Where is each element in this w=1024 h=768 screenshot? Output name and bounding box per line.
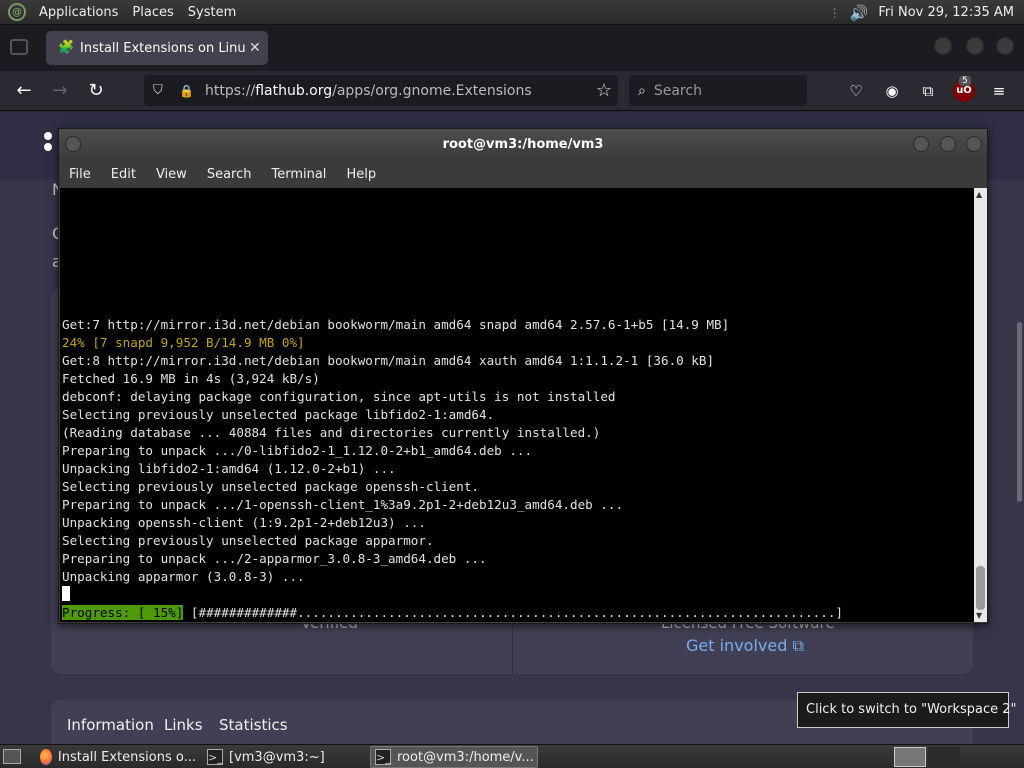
- reload-icon[interactable]: ↻: [84, 79, 108, 103]
- terminal-output: Get:7 http://mirror.i3d.net/debian bookw…: [62, 316, 729, 604]
- url-prefix: https://: [205, 82, 256, 99]
- firefox-icon: [40, 749, 52, 765]
- taskbar-label: root@vm3:/home/v...: [397, 749, 534, 765]
- progress-line: Progress: [ 15%] [#############.........…: [62, 604, 843, 622]
- terminal-line: (Reading database ... 40884 files and di…: [62, 425, 601, 440]
- terminal-line: Preparing to unpack .../2-apparmor_3.0.8…: [62, 551, 487, 566]
- terminal-screen[interactable]: Get:7 http://mirror.i3d.net/debian bookw…: [60, 188, 974, 622]
- url-text[interactable]: https://flathub.org/apps/org.gnome.Exten…: [205, 83, 532, 99]
- menu-view[interactable]: View: [146, 167, 197, 182]
- terminal-line: Selecting previously unselected package …: [62, 479, 480, 494]
- terminal-line: Unpacking openssh-client (1:9.2p1-2+deb1…: [62, 515, 426, 530]
- debian-logo-icon[interactable]: @: [8, 3, 26, 21]
- tab-title: Install Extensions on Linux | Flathub: [80, 40, 245, 56]
- terminal-window: root@vm3:/home/vm3 File Edit View Search…: [58, 128, 988, 624]
- terminal-title: root@vm3:/home/vm3: [442, 137, 604, 152]
- terminal-line: Get:7 http://mirror.i3d.net/debian bookw…: [62, 317, 730, 332]
- sidebar-icon[interactable]: [10, 39, 28, 55]
- terminal-scrollbar[interactable]: ▲ ▼: [974, 188, 987, 622]
- terminal-cursor-line: [62, 586, 729, 604]
- external-link-icon: ⧉: [792, 636, 804, 655]
- workspace-tooltip: Click to switch to "Workspace 2": [797, 692, 1017, 728]
- search-icon: ⌕: [638, 82, 646, 99]
- lock-icon[interactable]: 🔒: [179, 84, 195, 98]
- extensions-puzzle-icon[interactable]: ⧉: [917, 80, 939, 102]
- extensions-favicon-icon: 🧩: [58, 40, 75, 55]
- terminal-cursor: [62, 586, 70, 601]
- taskbar-item-firefox[interactable]: Install Extensions o...: [36, 746, 196, 768]
- terminal-menubar: File Edit View Search Terminal Help: [59, 160, 987, 188]
- ublock-badge: 5: [959, 76, 971, 86]
- back-arrow-icon[interactable]: ←: [12, 79, 36, 103]
- menu-edit[interactable]: Edit: [101, 167, 146, 182]
- window-menu-icon[interactable]: [65, 136, 81, 152]
- terminal-line: Preparing to unpack .../0-libfido2-1_1.1…: [62, 443, 533, 458]
- forward-arrow-icon[interactable]: →: [48, 79, 72, 103]
- places-menu[interactable]: Places: [125, 5, 180, 20]
- page-scrollbar[interactable]: [1017, 322, 1022, 502]
- volume-icon[interactable]: 🔊: [850, 4, 869, 22]
- close-window-button[interactable]: [996, 37, 1014, 55]
- applications-menu[interactable]: Applications: [32, 5, 125, 20]
- maximize-button[interactable]: [966, 37, 984, 55]
- workspace-1-button[interactable]: [894, 747, 926, 767]
- url-bar[interactable]: ⛉ 🔒 https://flathub.org/apps/org.gnome.E…: [144, 75, 618, 106]
- bottom-panel: Install Extensions o... >_ [vm3@vm3:~] >…: [0, 744, 1024, 768]
- tab-links[interactable]: Links: [164, 716, 203, 734]
- progress-bar: [#############..........................…: [190, 605, 843, 620]
- terminal-icon: >_: [375, 749, 391, 765]
- bookmark-star-icon[interactable]: ☆: [596, 80, 612, 101]
- search-placeholder: Search: [653, 82, 702, 99]
- tab-close-icon[interactable]: ✕: [249, 40, 261, 56]
- terminal-line: Unpacking libfido2-1:amd64 (1.12.0-2+b1)…: [62, 461, 396, 476]
- get-involved-link[interactable]: Get involved ⧉: [686, 636, 804, 656]
- taskbar-label: Install Extensions o...: [57, 749, 196, 765]
- minimize-button[interactable]: [934, 37, 952, 55]
- terminal-maximize-button[interactable]: [940, 136, 956, 152]
- terminal-line: debconf: delaying package configuration,…: [62, 389, 616, 404]
- browser-nav-bar: ← → ↻ ⛉ 🔒 https://flathub.org/apps/org.g…: [0, 71, 1024, 111]
- menu-file[interactable]: File: [59, 167, 101, 182]
- panel-separator: ⋮: [828, 5, 841, 20]
- terminal-titlebar[interactable]: root@vm3:/home/vm3: [59, 129, 987, 160]
- terminal-close-button[interactable]: [966, 136, 982, 152]
- top-panel: @ Applications Places System ⋮ 🔊 Fri Nov…: [0, 0, 1024, 25]
- terminal-icon: >_: [207, 749, 223, 765]
- pocket-icon[interactable]: ♡: [845, 80, 867, 102]
- menu-terminal[interactable]: Terminal: [261, 167, 336, 182]
- scroll-down-arrow-icon[interactable]: ▼: [976, 611, 982, 620]
- terminal-minimize-button[interactable]: [913, 136, 929, 152]
- clock[interactable]: Fri Nov 29, 12:35 AM: [878, 5, 1014, 20]
- account-icon[interactable]: ◉: [881, 80, 903, 102]
- taskbar-item-terminal-1[interactable]: >_ [vm3@vm3:~]: [203, 746, 363, 768]
- progress-label: Progress: [ 15%]: [62, 605, 184, 620]
- terminal-line: Unpacking apparmor (3.0.8-3) ...: [62, 569, 305, 584]
- get-involved-text: Get involved: [686, 636, 788, 655]
- terminal-line: 24% [7 snapd 9,952 B/14.9 MB 0%]: [62, 335, 305, 350]
- tracking-shield-icon[interactable]: ⛉: [153, 83, 169, 98]
- scroll-up-arrow-icon[interactable]: ▲: [976, 190, 982, 199]
- browser-tab-bar: 🧩 Install Extensions on Linux | Flathub …: [0, 25, 1024, 71]
- terminal-line: Get:8 http://mirror.i3d.net/debian bookw…: [62, 353, 715, 368]
- terminal-line: Selecting previously unselected package …: [62, 407, 495, 422]
- system-menu[interactable]: System: [181, 5, 243, 20]
- taskbar-label: [vm3@vm3:~]: [229, 749, 325, 765]
- flathub-logo-icon[interactable]: [44, 132, 52, 154]
- menu-help[interactable]: Help: [336, 167, 386, 182]
- show-desktop-icon[interactable]: [3, 749, 21, 764]
- menu-search[interactable]: Search: [197, 167, 262, 182]
- tab-information[interactable]: Information: [67, 716, 154, 734]
- search-bar[interactable]: ⌕ Search: [629, 75, 807, 106]
- terminal-line: Preparing to unpack .../1-openssh-client…: [62, 497, 624, 512]
- url-path: /apps/org.gnome.Extensions: [332, 82, 532, 99]
- taskbar-item-terminal-2[interactable]: >_ root@vm3:/home/v...: [370, 746, 538, 768]
- tab-statistics[interactable]: Statistics: [219, 716, 288, 734]
- terminal-line: Fetched 16.9 MB in 4s (3,924 kB/s): [62, 371, 320, 386]
- browser-tab[interactable]: 🧩 Install Extensions on Linux | Flathub …: [46, 31, 268, 65]
- url-domain: flathub.org: [255, 82, 333, 99]
- hamburger-menu-icon[interactable]: ≡: [988, 80, 1010, 102]
- terminal-line: Selecting previously unselected package …: [62, 533, 434, 548]
- terminal-scroll-thumb[interactable]: [976, 566, 985, 610]
- workspace-2-button[interactable]: [928, 747, 960, 767]
